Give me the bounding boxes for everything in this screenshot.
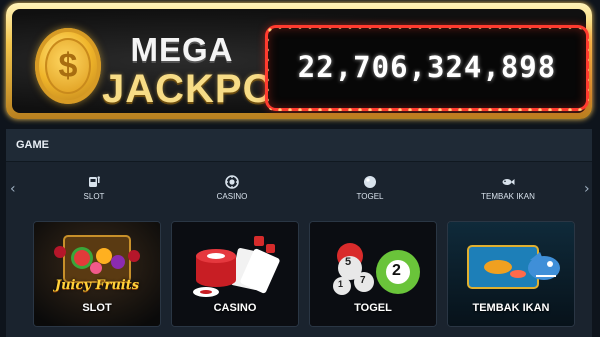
game-card-slot[interactable]: Juicy Fruits SLOT <box>33 221 161 327</box>
casino-chip-icon <box>225 175 239 189</box>
lottery-ball-icon <box>364 176 376 188</box>
tab-tembak-ikan[interactable]: TEMBAK IKAN <box>458 175 558 201</box>
game-card-togel[interactable]: 5 1 2 7 TOGEL <box>309 221 437 327</box>
lottery-ball-number: 7 <box>360 275 366 286</box>
jackpot-title-jackpot: JACKPOT <box>102 67 301 111</box>
fish-icon <box>502 179 515 185</box>
lottery-ball-number: 1 <box>338 279 344 289</box>
carousel-prev-arrow-icon[interactable]: ‹ <box>10 181 16 197</box>
jackpot-amount: 22,706,324,898 <box>297 50 557 84</box>
lottery-ball-number: 5 <box>345 256 352 268</box>
game-card-tembak-ikan-label: TEMBAK IKAN <box>472 302 550 314</box>
tab-casino-label: CASINO <box>216 192 248 201</box>
tab-togel-label: TOGEL <box>356 192 384 201</box>
tab-togel[interactable]: TOGEL <box>320 175 420 201</box>
lottery-ball-number: 2 <box>392 262 401 279</box>
jackpot-title-mega: MEGA <box>130 31 234 68</box>
game-card-togel-label: TOGEL <box>354 302 392 314</box>
dollar-coin-icon: $ <box>35 28 101 104</box>
jackpot-title: MEGA JACKPOT <box>102 31 301 111</box>
game-card-casino[interactable]: CASINO <box>171 221 299 327</box>
juicy-fruits-logo: Juicy Fruits <box>54 278 140 293</box>
jackpot-inner: $ MEGA JACKPOT 22,706,324,898 <box>12 9 589 113</box>
slot-machine-icon <box>89 176 100 187</box>
game-card-casino-label: CASINO <box>213 302 257 314</box>
tab-slot[interactable]: SLOT <box>44 175 144 201</box>
game-card-tembak-ikan[interactable]: TEMBAK IKAN <box>447 221 575 327</box>
game-card-slot-label: SLOT <box>82 302 112 314</box>
tab-casino[interactable]: CASINO <box>182 175 282 201</box>
jackpot-banner: $ MEGA JACKPOT 22,706,324,898 <box>6 3 592 119</box>
tab-tembak-ikan-label: TEMBAK IKAN <box>481 192 535 201</box>
carousel-next-arrow-icon[interactable]: › <box>584 181 590 197</box>
games-panel: GAME ‹ › SLOT CASINO TOGEL TEMBAK IKAN J… <box>6 129 592 337</box>
games-panel-header: GAME <box>6 129 592 162</box>
coin-symbol: $ <box>45 38 91 94</box>
jackpot-counter-display: 22,706,324,898 <box>265 25 589 111</box>
tab-slot-label: SLOT <box>83 192 105 201</box>
